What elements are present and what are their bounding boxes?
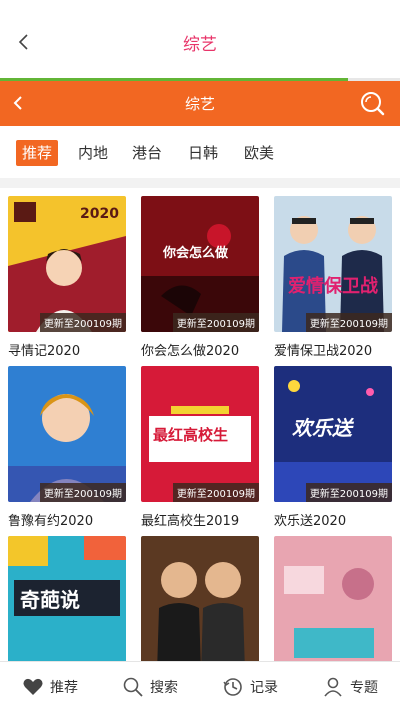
show-poster[interactable]: 最红高校生 更新至200109期	[141, 366, 259, 502]
show-poster[interactable]: 爱情保卫战 更新至200109期	[274, 196, 392, 332]
show-card[interactable]: 2020 更新至200109期 寻情记2020	[8, 196, 126, 359]
update-badge: 更新至200109期	[172, 483, 259, 502]
show-grid: 2020 更新至200109期 寻情记2020 你会怎么做 更新至200109期…	[0, 188, 400, 661]
poster-text: 欢乐送	[292, 416, 352, 440]
poster-text: 奇葩说	[20, 588, 80, 612]
show-title: 鲁豫有约2020	[8, 514, 94, 529]
update-badge: 更新至200109期	[39, 313, 126, 332]
poster-text: 你会怎么做	[163, 246, 229, 261]
show-poster[interactable]: 奇葩说	[8, 536, 126, 661]
nav-label: 专题	[350, 680, 378, 696]
show-card[interactable]: 更新至200109期 鲁豫有约2020	[8, 366, 126, 529]
search-icon	[123, 677, 143, 697]
show-poster[interactable]	[274, 536, 392, 661]
show-card[interactable]	[274, 536, 392, 661]
tab-mainland[interactable]: 内地	[74, 140, 112, 166]
show-card[interactable]	[141, 536, 259, 661]
show-poster[interactable]	[141, 536, 259, 661]
show-card[interactable]: 爱情保卫战 更新至200109期 爱情保卫战2020	[274, 196, 392, 359]
nav-label: 记录	[250, 680, 278, 696]
show-title: 最红高校生2019	[141, 514, 240, 529]
poster-text: 最红高校生	[153, 426, 229, 444]
tab-jp-kr[interactable]: 日韩	[184, 140, 222, 166]
inner-title: 综艺	[184, 95, 215, 113]
update-badge: 更新至200109期	[39, 483, 126, 502]
nav-history[interactable]: 记录	[222, 674, 278, 700]
update-badge: 更新至200109期	[172, 313, 259, 332]
nav-search[interactable]: 搜索	[122, 674, 178, 700]
show-card[interactable]: 最红高校生 更新至200109期 最红高校生2019	[141, 366, 259, 529]
user-icon	[324, 677, 342, 697]
bottom-nav: 推荐 搜索 记录 专题	[0, 661, 400, 711]
show-poster[interactable]: 2020 更新至200109期	[8, 196, 126, 332]
poster-text: 爱情保卫战	[288, 276, 378, 297]
divider	[0, 178, 400, 188]
page-title: 综艺	[183, 35, 217, 55]
nav-label: 推荐	[50, 680, 78, 696]
inner-header: 综艺	[0, 81, 400, 126]
tab-recommend[interactable]: 推荐	[16, 140, 59, 166]
nav-label: 搜索	[150, 680, 178, 696]
show-poster[interactable]: 你会怎么做 更新至200109期	[141, 196, 259, 332]
heart-icon	[23, 678, 43, 695]
category-tabs: 推荐 内地 港台 日韩 欧美	[0, 126, 400, 178]
update-badge: 更新至200109期	[305, 483, 392, 502]
show-title: 爱情保卫战2020	[274, 344, 373, 359]
poster-text: 2020	[80, 206, 119, 222]
show-title: 欢乐送2020	[274, 514, 347, 529]
history-icon	[223, 678, 242, 696]
nav-recommend[interactable]: 推荐	[22, 674, 78, 700]
update-badge: 更新至200109期	[305, 313, 392, 332]
show-poster[interactable]: 更新至200109期	[8, 366, 126, 502]
show-card[interactable]: 欢乐送 更新至200109期 欢乐送2020	[274, 366, 392, 529]
search-icon	[361, 92, 385, 116]
show-title: 寻情记2020	[8, 344, 81, 359]
tab-hk-tw[interactable]: 港台	[128, 140, 166, 166]
app-header: 综艺	[0, 0, 400, 81]
show-poster[interactable]: 欢乐送 更新至200109期	[274, 366, 392, 502]
show-title: 你会怎么做2020	[141, 344, 240, 359]
show-card[interactable]: 奇葩说	[8, 536, 126, 661]
search-button[interactable]	[358, 89, 386, 117]
nav-topics[interactable]: 专题	[322, 674, 378, 700]
tab-western[interactable]: 欧美	[240, 140, 278, 166]
show-card[interactable]: 你会怎么做 更新至200109期 你会怎么做2020	[141, 196, 259, 359]
